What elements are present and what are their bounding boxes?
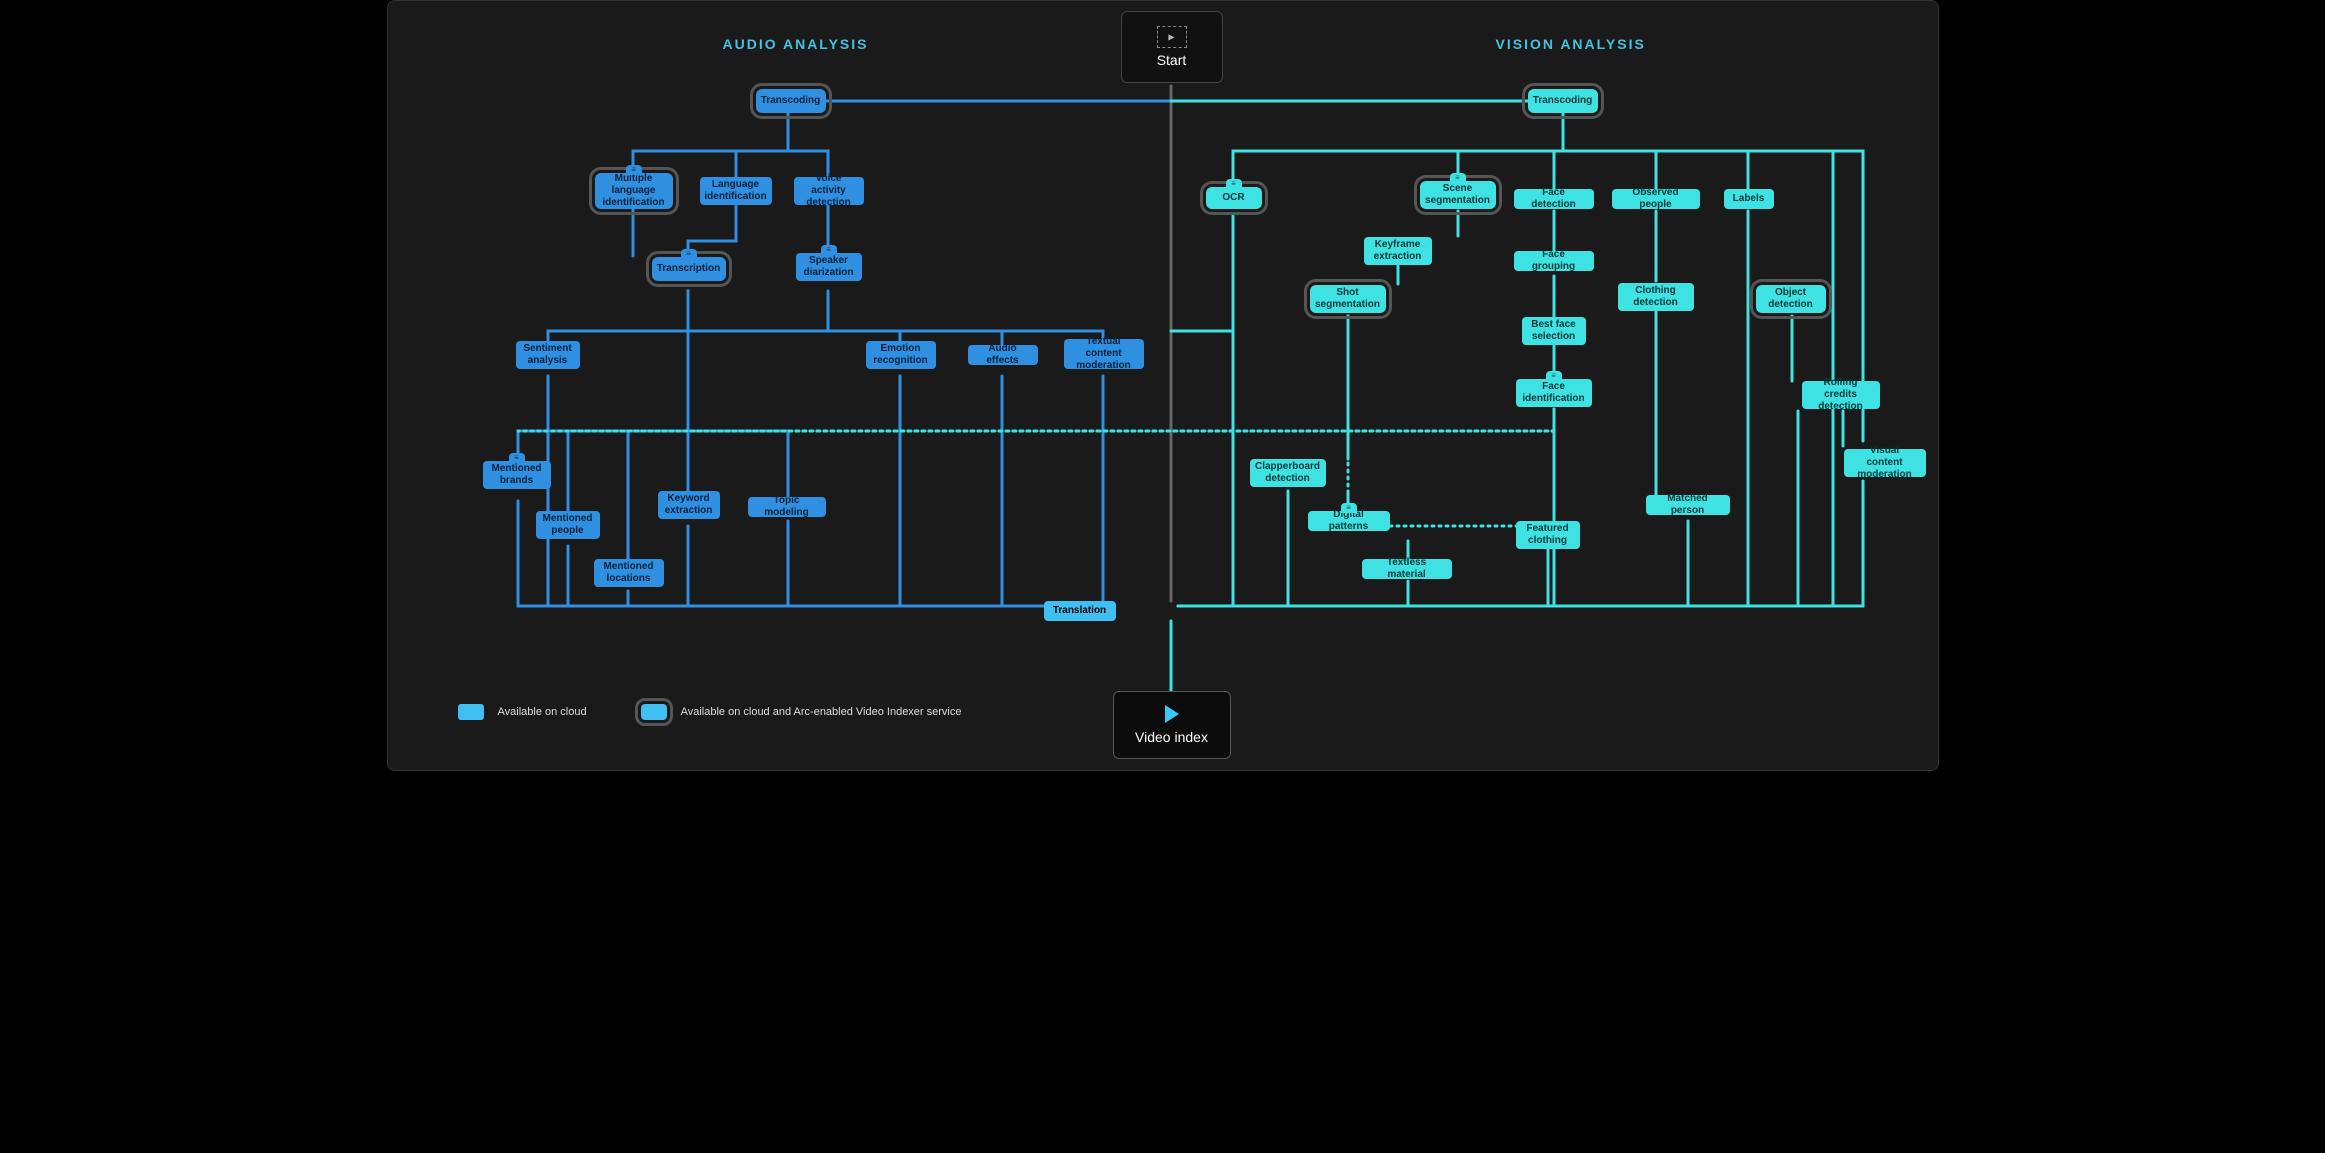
node-rolling-credits: Rolling credits detection xyxy=(1802,381,1880,409)
node-audio-effects: Audio effects xyxy=(968,345,1038,365)
node-featured-clothing: Featured clothing xyxy=(1516,521,1580,549)
node-speaker-diar: Speaker diarization xyxy=(796,253,862,281)
node-topic-modeling: Topic modeling xyxy=(748,497,826,517)
legend: Available on cloud Available on cloud an… xyxy=(458,704,962,720)
heading-audio: AUDIO ANALYSIS xyxy=(723,36,869,52)
legend-text-arc: Available on cloud and Arc-enabled Video… xyxy=(681,706,962,718)
node-object-detection: Object detection xyxy=(1756,285,1826,313)
node-textless-material: Textless material xyxy=(1362,559,1452,579)
video-index-node: Video index xyxy=(1113,691,1231,759)
gear-icon xyxy=(1226,179,1242,189)
video-index-label: Video index xyxy=(1135,729,1208,745)
node-keyframe-extraction: Keyframe extraction xyxy=(1364,237,1432,265)
legend-text-cloud: Available on cloud xyxy=(498,706,587,718)
play-icon xyxy=(1165,705,1179,723)
node-ocr: OCR xyxy=(1206,187,1262,209)
node-lang-id: Language identification xyxy=(700,177,772,205)
node-visual-moderation: Visual content moderation xyxy=(1844,449,1926,477)
heading-vision: VISION ANALYSIS xyxy=(1496,36,1646,52)
node-face-detection: Face detection xyxy=(1514,189,1594,209)
node-matched-person: Matched person xyxy=(1646,495,1730,515)
start-node: Start xyxy=(1121,11,1223,83)
gear-icon xyxy=(626,165,642,175)
node-digital-patterns: Digital patterns xyxy=(1308,511,1390,531)
node-emotion: Emotion recognition xyxy=(866,341,936,369)
node-shot-seg: Shot segmentation xyxy=(1310,285,1386,313)
diagram-frame: AUDIO ANALYSIS VISION ANALYSIS Start Tra… xyxy=(387,0,1939,771)
node-clothing-detection: Clothing detection xyxy=(1618,283,1694,311)
connectors-layer xyxy=(388,1,1938,770)
gear-icon xyxy=(1341,503,1357,513)
gear-icon xyxy=(1450,173,1466,183)
gear-icon xyxy=(821,245,837,255)
node-sentiment: Sentiment analysis xyxy=(516,341,580,369)
node-transcription: Transcription xyxy=(652,257,726,281)
legend-swatch-cloud xyxy=(458,704,484,720)
gear-icon xyxy=(509,453,525,463)
gear-icon xyxy=(681,249,697,259)
node-clapperboard: Clapperboard detection xyxy=(1250,459,1326,487)
node-scene-seg: Scene segmentation xyxy=(1420,181,1496,209)
node-mentioned-people: Mentioned people xyxy=(536,511,600,539)
node-vision-transcoding: Transcoding xyxy=(1528,89,1598,113)
node-audio-transcoding: Transcoding xyxy=(756,89,826,113)
legend-swatch-arc xyxy=(641,704,667,720)
start-label: Start xyxy=(1157,52,1187,68)
node-labels: Labels xyxy=(1724,189,1774,209)
gear-icon xyxy=(1546,371,1562,381)
node-best-face: Best face selection xyxy=(1522,317,1586,345)
clapperboard-play-icon xyxy=(1157,26,1187,48)
node-multi-lang-id: Multiple language identification xyxy=(595,173,673,209)
node-mentioned-brands: Mentioned brands xyxy=(483,461,551,489)
node-text-moderation: Textual content moderation xyxy=(1064,339,1144,369)
node-translation: Translation xyxy=(1044,601,1116,621)
node-mentioned-locations: Mentioned locations xyxy=(594,559,664,587)
node-face-id: Face identification xyxy=(1516,379,1592,407)
node-keyword-extraction: Keyword extraction xyxy=(658,491,720,519)
node-face-grouping: Face grouping xyxy=(1514,251,1594,271)
node-observed-people: Observed people xyxy=(1612,189,1700,209)
node-vad: Voice activity detection xyxy=(794,177,864,205)
